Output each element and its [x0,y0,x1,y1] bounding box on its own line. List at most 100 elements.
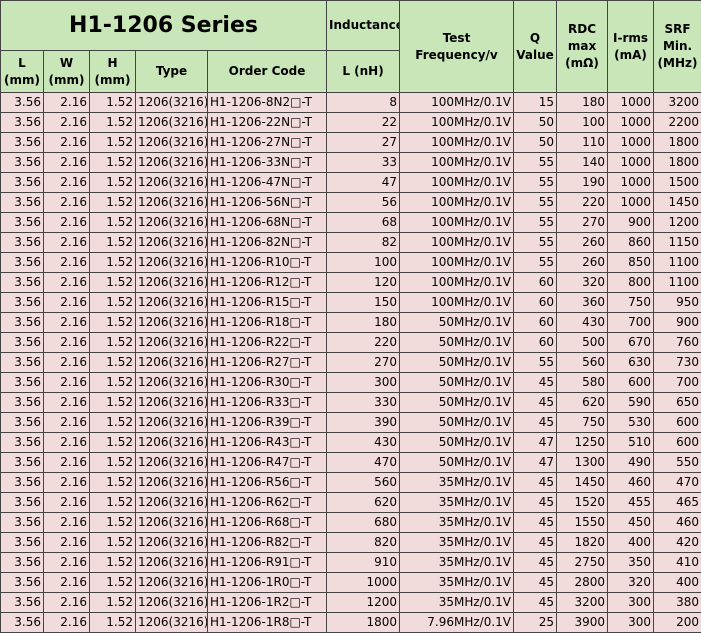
srf-min-cell: 460 [654,513,701,533]
order-code-cell: H1-1206-1R8□-T [208,613,327,633]
height-cell: 1.52 [90,493,136,513]
inductance-cell: 430 [327,433,400,453]
test-frequency-cell: 35MHz/0.1V [400,473,514,493]
rdc-max-cell: 320 [557,273,608,293]
srf-min-cell: 1500 [654,173,701,193]
irms-cell: 900 [608,213,654,233]
series-title: H1-1206 Series [1,1,327,51]
order-code-cell: H1-1206-68N□-T [208,213,327,233]
type-cell: 1206(3216) [136,553,208,573]
order-code-cell: H1-1206-R27□-T [208,353,327,373]
test-frequency-cell: 35MHz/0.1V [400,593,514,613]
height-cell: 1.52 [90,473,136,493]
q-value-header: Q Value [514,1,557,93]
test-frequency-cell: 35MHz/0.1V [400,533,514,553]
order-code-header: Order Code [208,51,327,93]
type-cell: 1206(3216) [136,473,208,493]
q-value-cell: 60 [514,313,557,333]
height-cell: 1.52 [90,153,136,173]
table-row: 3.562.161.521206(3216)H1-1206-R15□-T1501… [1,293,701,313]
width-cell: 2.16 [44,453,90,473]
rdc-max-cell: 1250 [557,433,608,453]
type-cell: 1206(3216) [136,433,208,453]
height-cell: 1.52 [90,173,136,193]
table-row: 3.562.161.521206(3216)H1-1206-8N2□-T8100… [1,93,701,113]
length-cell: 3.56 [1,233,44,253]
inductance-unit-header: L (nH) [327,51,400,93]
rdc-max-cell: 620 [557,393,608,413]
width-cell: 2.16 [44,313,90,333]
table-row: 3.562.161.521206(3216)H1-1206-56N□-T5610… [1,193,701,213]
irms-cell: 300 [608,593,654,613]
irms-header: I-rms (mA) [608,1,654,93]
test-frequency-cell: 35MHz/0.1V [400,493,514,513]
type-cell: 1206(3216) [136,153,208,173]
table-row: 3.562.161.521206(3216)H1-1206-R47□-T4705… [1,453,701,473]
height-cell: 1.52 [90,413,136,433]
test-frequency-cell: 100MHz/0.1V [400,193,514,213]
irms-cell: 630 [608,353,654,373]
width-cell: 2.16 [44,373,90,393]
width-cell: 2.16 [44,493,90,513]
inductance-cell: 27 [327,133,400,153]
height-cell: 1.52 [90,453,136,473]
width-cell: 2.16 [44,93,90,113]
rdc-max-cell: 1450 [557,473,608,493]
table-row: 3.562.161.521206(3216)H1-1206-27N□-T2710… [1,133,701,153]
type-cell: 1206(3216) [136,313,208,333]
q-value-cell: 47 [514,453,557,473]
order-code-cell: H1-1206-1R2□-T [208,593,327,613]
test-frequency-cell: 50MHz/0.1V [400,453,514,473]
test-frequency-cell: 100MHz/0.1V [400,253,514,273]
height-cell: 1.52 [90,353,136,373]
test-frequency-cell: 35MHz/0.1V [400,513,514,533]
test-frequency-cell: 50MHz/0.1V [400,313,514,333]
order-code-cell: H1-1206-R68□-T [208,513,327,533]
inductance-cell: 270 [327,353,400,373]
inductance-cell: 910 [327,553,400,573]
table-row: 3.562.161.521206(3216)H1-1206-R33□-T3305… [1,393,701,413]
height-cell: 1.52 [90,533,136,553]
type-cell: 1206(3216) [136,353,208,373]
order-code-cell: H1-1206-R33□-T [208,393,327,413]
rdc-max-cell: 270 [557,213,608,233]
table-row: 3.562.161.521206(3216)H1-1206-R12□-T1201… [1,273,701,293]
irms-cell: 1000 [608,193,654,213]
srf-min-cell: 1100 [654,273,701,293]
type-cell: 1206(3216) [136,93,208,113]
q-value-cell: 45 [514,493,557,513]
width-cell: 2.16 [44,333,90,353]
order-code-cell: H1-1206-R91□-T [208,553,327,573]
table-row: 3.562.161.521206(3216)H1-1206-R62□-T6203… [1,493,701,513]
inductance-cell: 150 [327,293,400,313]
rdc-max-cell: 100 [557,113,608,133]
height-cell: 1.52 [90,373,136,393]
length-cell: 3.56 [1,333,44,353]
width-cell: 2.16 [44,413,90,433]
rdc-max-header: RDC max (mΩ) [557,1,608,93]
order-code-cell: H1-1206-1R0□-T [208,573,327,593]
rdc-max-cell: 110 [557,133,608,153]
irms-cell: 750 [608,293,654,313]
type-cell: 1206(3216) [136,613,208,633]
width-cell: 2.16 [44,393,90,413]
height-cell: 1.52 [90,113,136,133]
q-value-cell: 45 [514,393,557,413]
height-cell: 1.52 [90,333,136,353]
irms-cell: 490 [608,453,654,473]
irms-cell: 700 [608,313,654,333]
srf-min-header: SRF Min. (MHz) [654,1,701,93]
q-value-cell: 60 [514,333,557,353]
height-cell: 1.52 [90,93,136,113]
inductance-cell: 390 [327,413,400,433]
inductance-cell: 100 [327,253,400,273]
length-cell: 3.56 [1,593,44,613]
srf-min-cell: 760 [654,333,701,353]
type-cell: 1206(3216) [136,333,208,353]
test-frequency-cell: 100MHz/0.1V [400,173,514,193]
q-value-cell: 60 [514,293,557,313]
width-cell: 2.16 [44,573,90,593]
height-cell: 1.52 [90,613,136,633]
type-cell: 1206(3216) [136,213,208,233]
test-frequency-cell: 100MHz/0.1V [400,213,514,233]
